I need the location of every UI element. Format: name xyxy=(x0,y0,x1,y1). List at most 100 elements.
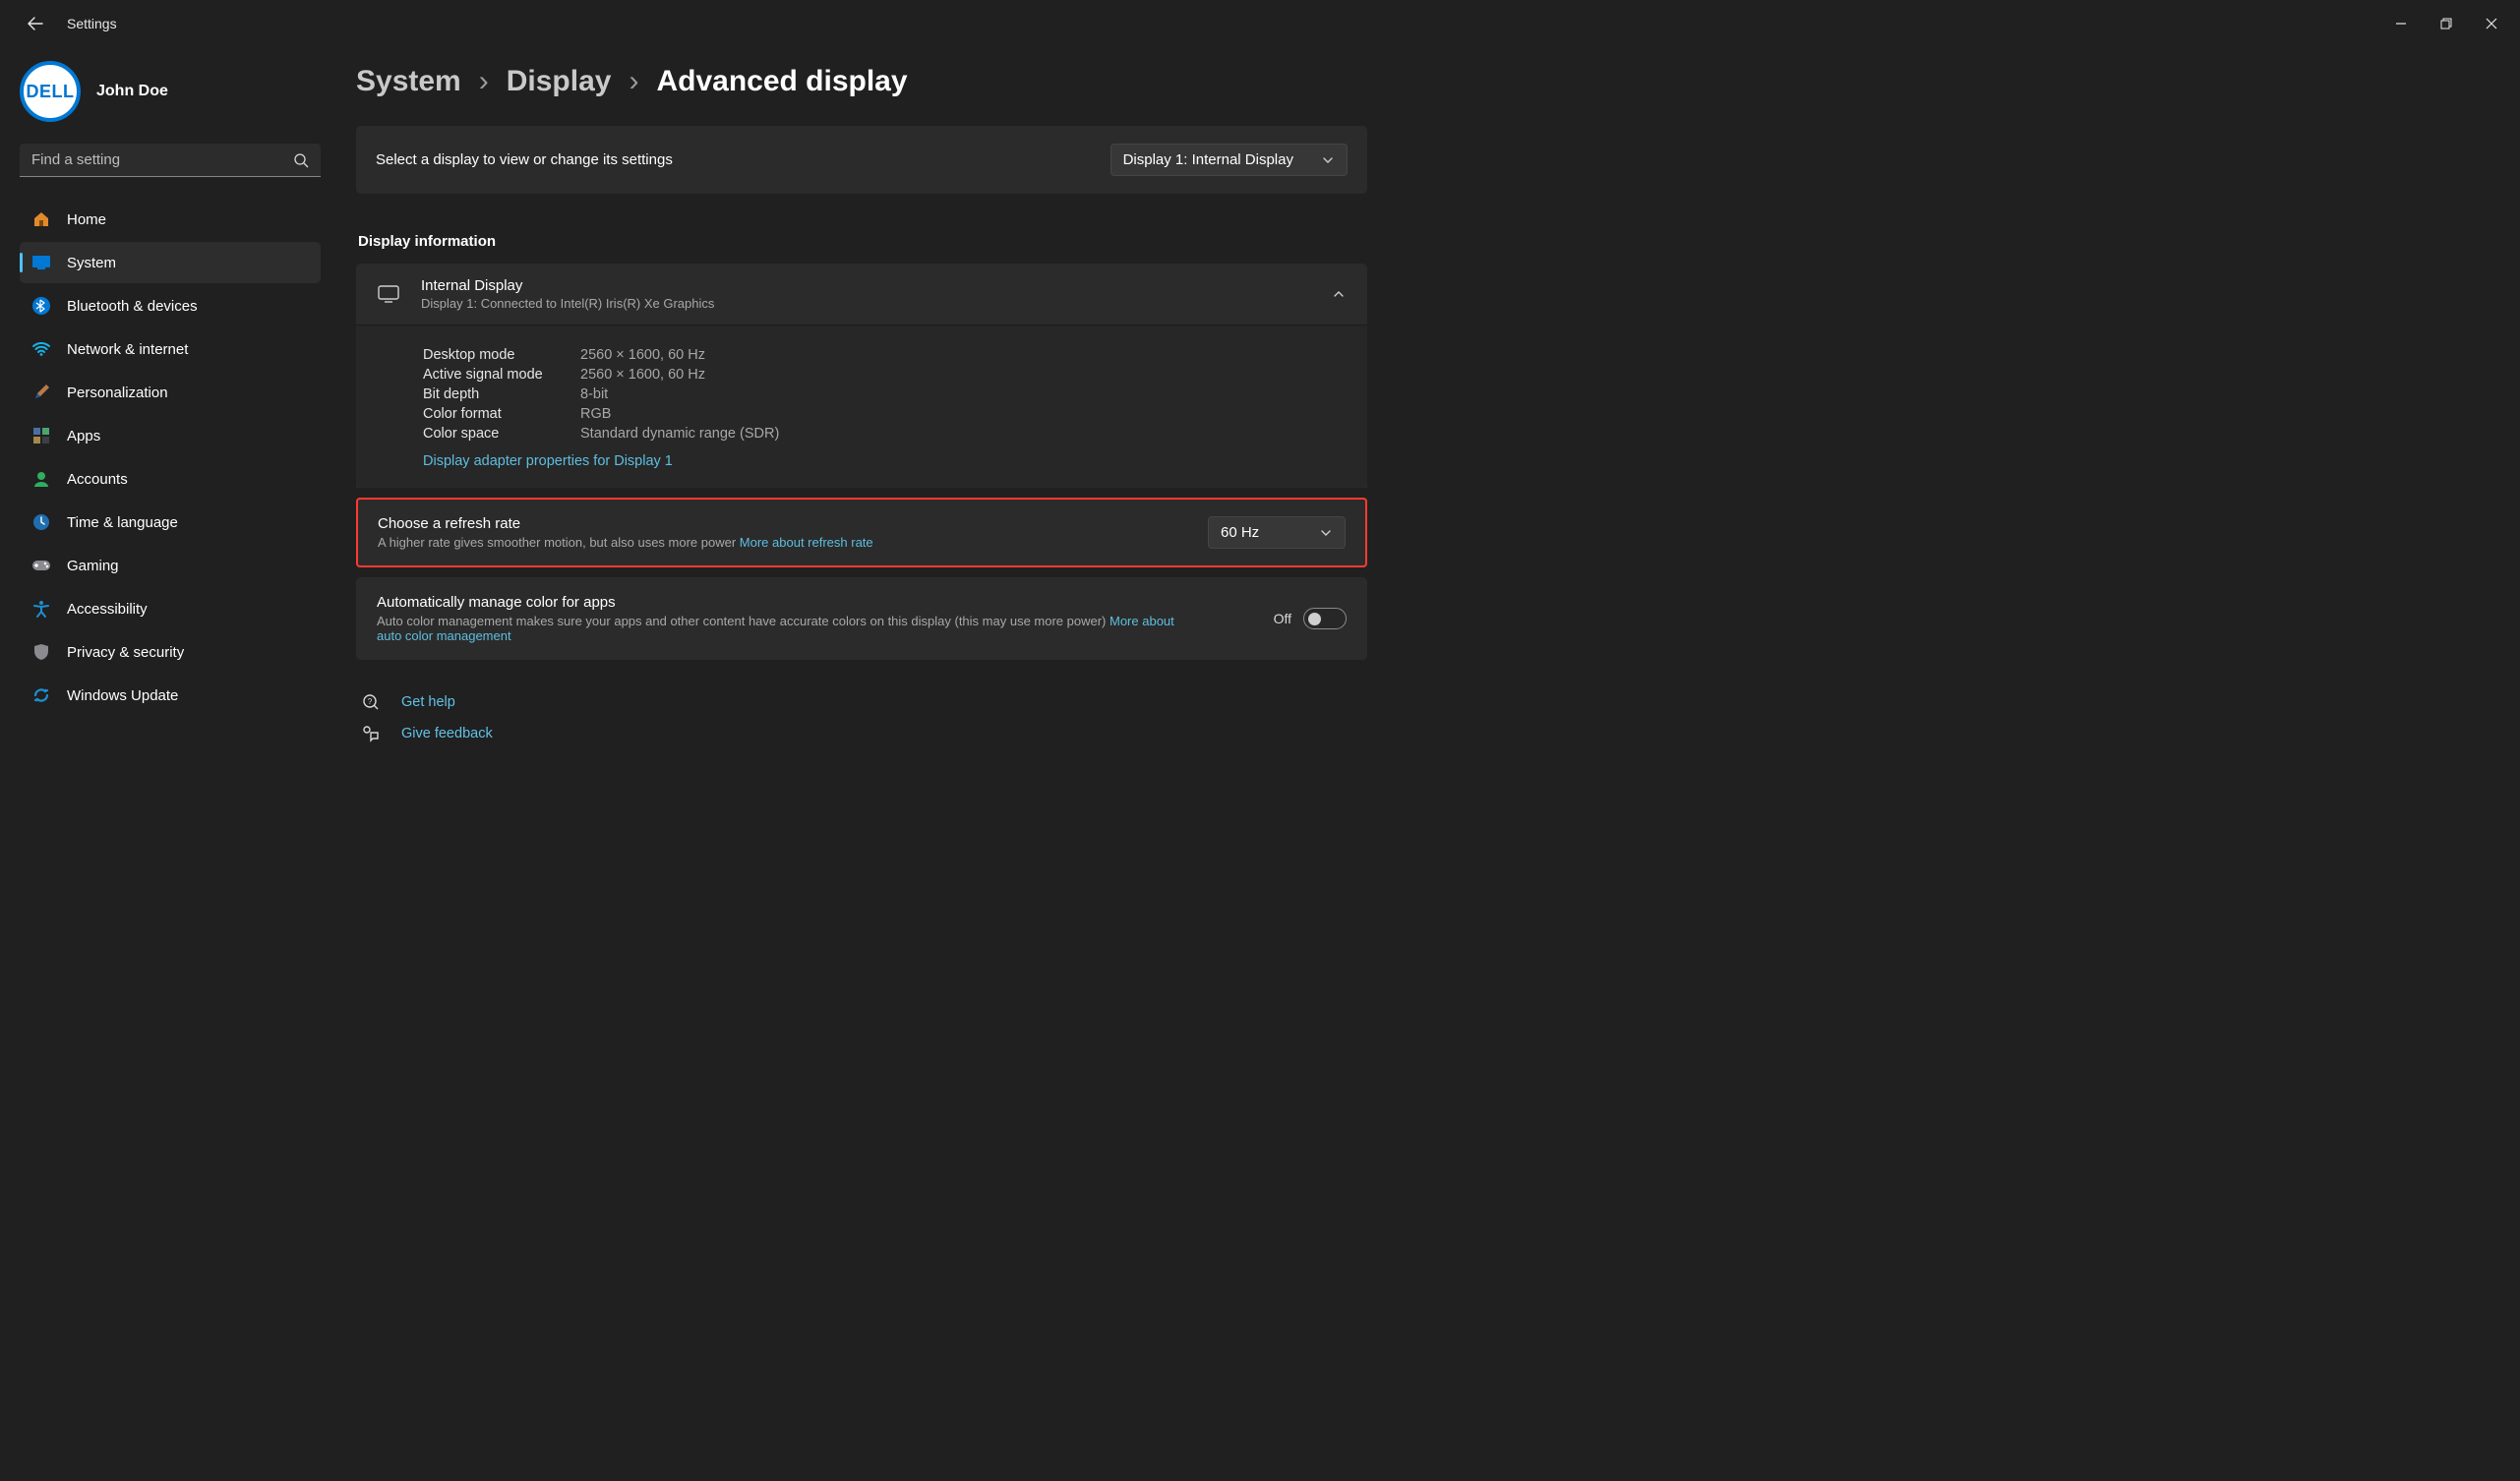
maximize-icon xyxy=(2440,18,2452,30)
chevron-up-icon xyxy=(1332,287,1346,301)
main-content: System › Display › Advanced display Sele… xyxy=(334,47,1407,756)
apps-icon xyxy=(31,426,51,445)
sidebar-item-update[interactable]: Windows Update xyxy=(20,675,321,716)
sidebar-item-privacy[interactable]: Privacy & security xyxy=(20,631,321,673)
display-info-expander: Internal Display Display 1: Connected to… xyxy=(356,264,1367,488)
sidebar-item-accounts[interactable]: Accounts xyxy=(20,458,321,500)
shield-icon xyxy=(31,642,51,662)
auto-color-toggle[interactable] xyxy=(1303,608,1347,629)
maximize-button[interactable] xyxy=(2424,4,2469,43)
close-icon xyxy=(2486,18,2497,30)
get-help-link[interactable]: ? Get help xyxy=(362,693,1367,711)
sidebar-item-bluetooth[interactable]: Bluetooth & devices xyxy=(20,285,321,326)
profile-name: John Doe xyxy=(96,83,168,100)
refresh-rate-dropdown[interactable]: 60 Hz xyxy=(1208,516,1346,549)
kv-row: Color formatRGB xyxy=(423,406,1346,422)
profile[interactable]: DELL John Doe xyxy=(20,57,321,140)
display-info-body: Desktop mode2560 × 1600, 60 Hz Active si… xyxy=(356,325,1367,488)
kv-row: Active signal mode2560 × 1600, 60 Hz xyxy=(423,367,1346,383)
search-input[interactable] xyxy=(20,144,321,177)
display-info-title: Internal Display xyxy=(421,277,1314,294)
display-selector-dropdown[interactable]: Display 1: Internal Display xyxy=(1110,144,1348,176)
dropdown-value: Display 1: Internal Display xyxy=(1123,151,1293,168)
kv-row: Color spaceStandard dynamic range (SDR) xyxy=(423,426,1346,442)
wifi-icon xyxy=(31,339,51,359)
paintbrush-icon xyxy=(31,383,51,402)
display-info-header[interactable]: Internal Display Display 1: Connected to… xyxy=(356,264,1367,325)
refresh-rate-card: Choose a refresh rate A higher rate give… xyxy=(356,498,1367,567)
auto-color-title: Automatically manage color for apps xyxy=(377,594,1183,611)
sidebar: DELL John Doe Home System Bluetooth & de… xyxy=(0,47,334,756)
link-text: Get help xyxy=(401,694,455,710)
sidebar-item-accessibility[interactable]: Accessibility xyxy=(20,588,321,629)
feedback-icon xyxy=(362,725,384,742)
svg-text:?: ? xyxy=(368,697,373,706)
kv-row: Desktop mode2560 × 1600, 60 Hz xyxy=(423,347,1346,363)
sidebar-item-apps[interactable]: Apps xyxy=(20,415,321,456)
person-icon xyxy=(31,469,51,489)
give-feedback-link[interactable]: Give feedback xyxy=(362,725,1367,742)
sidebar-item-label: Network & internet xyxy=(67,341,188,358)
avatar: DELL xyxy=(20,61,81,122)
chevron-right-icon: › xyxy=(629,65,638,98)
auto-color-subtitle: Auto color management makes sure your ap… xyxy=(377,614,1183,643)
sidebar-item-network[interactable]: Network & internet xyxy=(20,328,321,370)
breadcrumb: System › Display › Advanced display xyxy=(356,65,1367,98)
display-selector-label: Select a display to view or change its s… xyxy=(376,151,673,168)
minimize-button[interactable] xyxy=(2378,4,2424,43)
adapter-properties-link[interactable]: Display adapter properties for Display 1 xyxy=(423,453,673,469)
chevron-right-icon: › xyxy=(479,65,489,98)
sidebar-item-label: Accounts xyxy=(67,471,128,488)
gamepad-icon xyxy=(31,556,51,575)
breadcrumb-item-display[interactable]: Display xyxy=(507,65,612,98)
accessibility-icon xyxy=(31,599,51,619)
home-icon xyxy=(31,209,51,229)
sidebar-item-system[interactable]: System xyxy=(20,242,321,283)
minimize-icon xyxy=(2395,18,2407,30)
search xyxy=(20,144,321,177)
refresh-rate-title: Choose a refresh rate xyxy=(378,515,873,532)
clock-icon xyxy=(31,512,51,532)
back-button[interactable] xyxy=(16,4,55,43)
app-name: Settings xyxy=(67,16,117,31)
sidebar-item-home[interactable]: Home xyxy=(20,199,321,240)
sidebar-item-time[interactable]: Time & language xyxy=(20,502,321,543)
dropdown-value: 60 Hz xyxy=(1221,524,1259,541)
display-selector-card: Select a display to view or change its s… xyxy=(356,126,1367,194)
auto-color-card: Automatically manage color for apps Auto… xyxy=(356,577,1367,660)
refresh-rate-subtitle: A higher rate gives smoother motion, but… xyxy=(378,535,873,550)
chevron-down-icon xyxy=(1321,153,1335,167)
sidebar-item-label: Apps xyxy=(67,428,100,444)
sidebar-item-label: Gaming xyxy=(67,558,119,574)
sidebar-item-label: Time & language xyxy=(67,514,178,531)
breadcrumb-item-system[interactable]: System xyxy=(356,65,461,98)
kv-row: Bit depth8-bit xyxy=(423,386,1346,402)
sidebar-item-label: Accessibility xyxy=(67,601,148,618)
toggle-state-label: Off xyxy=(1274,611,1291,626)
help-icon: ? xyxy=(362,693,384,711)
sidebar-item-label: Home xyxy=(67,211,106,228)
refresh-rate-more-link[interactable]: More about refresh rate xyxy=(740,535,873,550)
related-links: ? Get help Give feedback xyxy=(362,693,1367,742)
chevron-down-icon xyxy=(1319,526,1333,540)
update-icon xyxy=(31,685,51,705)
monitor-icon xyxy=(378,285,403,303)
system-icon xyxy=(31,253,51,272)
bluetooth-icon xyxy=(31,296,51,316)
auto-color-toggle-wrap: Off xyxy=(1274,608,1347,629)
sidebar-item-label: Bluetooth & devices xyxy=(67,298,198,315)
link-text: Give feedback xyxy=(401,726,493,741)
title-bar: Settings xyxy=(0,0,2520,47)
sidebar-item-label: Windows Update xyxy=(67,687,178,704)
page-title: Advanced display xyxy=(656,65,907,98)
sidebar-item-personalization[interactable]: Personalization xyxy=(20,372,321,413)
sidebar-item-label: Personalization xyxy=(67,385,168,401)
close-button[interactable] xyxy=(2469,4,2514,43)
display-info-subtitle: Display 1: Connected to Intel(R) Iris(R)… xyxy=(421,296,1314,311)
arrow-left-icon xyxy=(28,16,43,31)
sidebar-item-label: Privacy & security xyxy=(67,644,184,661)
search-icon xyxy=(293,152,309,168)
sidebar-item-gaming[interactable]: Gaming xyxy=(20,545,321,586)
sidebar-item-label: System xyxy=(67,255,116,271)
section-heading-display-info: Display information xyxy=(358,233,1367,250)
